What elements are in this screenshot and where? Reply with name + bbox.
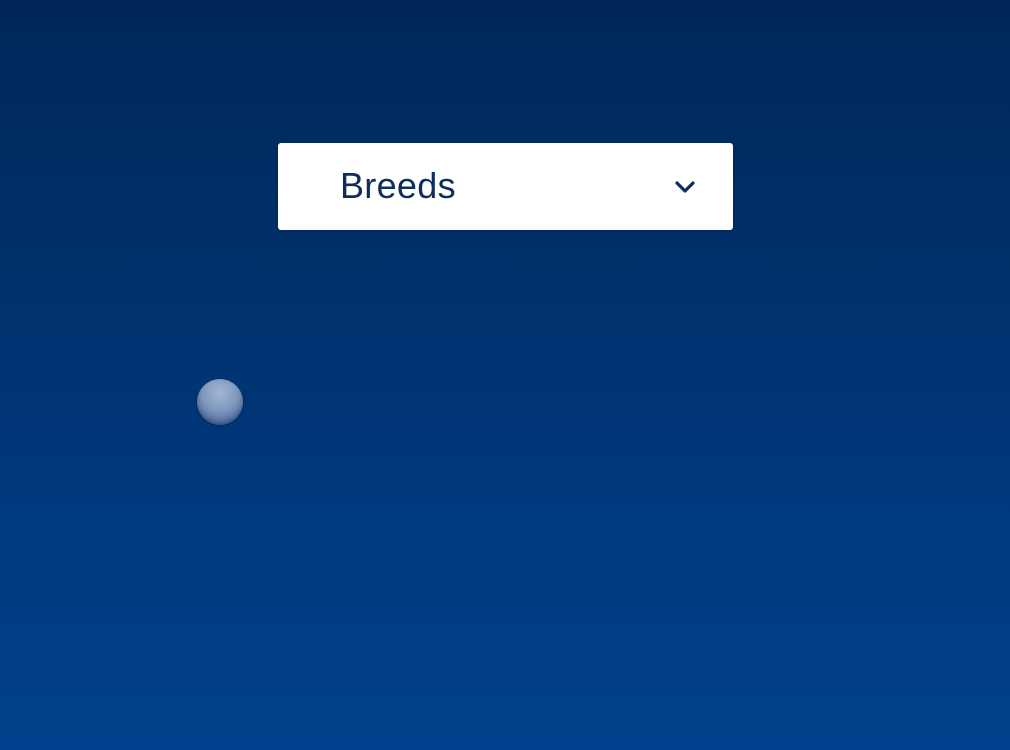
chevron-down-icon [675, 181, 695, 193]
orb-icon[interactable] [197, 379, 243, 425]
breeds-dropdown[interactable]: Breeds [278, 143, 733, 230]
dropdown-label: Breeds [340, 165, 456, 206]
page-background: { "dropdown": { "label": "Breeds", "icon… [0, 0, 1010, 750]
